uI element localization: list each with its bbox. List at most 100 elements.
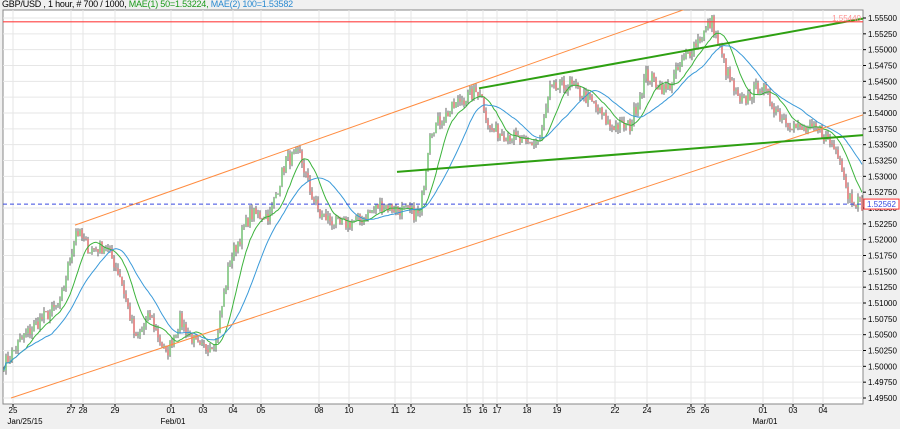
y-tick-label: 1.50500	[868, 331, 897, 340]
candle-body	[697, 38, 699, 47]
candle	[87, 236, 89, 254]
candle-body	[51, 305, 53, 313]
candle-body	[651, 73, 653, 83]
candle-body	[689, 52, 691, 56]
candle-body	[661, 83, 663, 94]
y-tick-label: 1.50000	[868, 362, 897, 371]
candle-body	[113, 258, 115, 268]
candle-body	[79, 229, 81, 236]
candle-body	[321, 214, 323, 218]
candle-body	[795, 123, 797, 128]
candle-body	[579, 87, 581, 97]
candle	[377, 203, 379, 209]
candle-body	[229, 263, 231, 267]
candle	[99, 240, 101, 254]
candle-body	[15, 349, 17, 351]
candle-body	[643, 78, 645, 95]
x-tick-label: 01	[167, 406, 176, 415]
x-tick-label: 05	[257, 406, 266, 415]
candle-body	[47, 311, 49, 320]
candle-body	[773, 107, 775, 113]
candle-body	[515, 131, 517, 136]
candle-body	[223, 292, 225, 307]
x-tick-label: 26	[701, 406, 710, 415]
candle	[247, 217, 249, 228]
candle-body	[757, 82, 759, 94]
candle-body	[673, 73, 675, 83]
candle-body	[323, 213, 325, 215]
x-tick-label: 03	[789, 406, 798, 415]
candle-body	[95, 248, 97, 250]
month-label: Mar/01	[753, 417, 778, 426]
candle	[541, 124, 543, 142]
candle-body	[509, 135, 511, 141]
candle-body	[847, 186, 849, 199]
candle-body	[133, 318, 135, 334]
candle-body	[593, 100, 595, 103]
candle-body	[667, 83, 669, 89]
candle-body	[153, 317, 155, 329]
y-tick-label: 1.52250	[868, 220, 897, 229]
candle-body	[13, 350, 15, 351]
candle-body	[701, 38, 703, 41]
candle-body	[329, 215, 331, 222]
candle-body	[373, 209, 375, 211]
candle-body	[573, 83, 575, 85]
candle-body	[403, 206, 405, 208]
candle-body	[725, 58, 727, 76]
candle	[237, 241, 239, 254]
candle-body	[845, 176, 847, 187]
candle-body	[103, 248, 105, 254]
candle-body	[641, 94, 643, 96]
candle-body	[529, 142, 531, 144]
month-label: Jan/25/15	[7, 417, 43, 426]
candle-body	[771, 103, 773, 108]
candle-body	[459, 98, 461, 102]
y-tick-label: 1.51250	[868, 283, 897, 292]
candle-body	[501, 133, 503, 136]
candle-body	[65, 279, 67, 288]
candle-body	[535, 141, 537, 144]
candle-body	[313, 198, 315, 202]
candle-body	[67, 262, 69, 280]
candle-body	[77, 231, 79, 236]
candle-body	[273, 198, 275, 206]
y-tick-label: 1.53250	[868, 157, 897, 166]
y-tick-label: 1.51000	[868, 299, 897, 308]
candle-body	[755, 82, 757, 85]
candle-body	[695, 43, 697, 47]
candle-body	[835, 148, 837, 150]
candle-body	[705, 27, 707, 31]
candle-body	[609, 120, 611, 127]
candle-body	[485, 110, 487, 121]
candle-body	[753, 84, 755, 99]
candle-body	[297, 149, 299, 150]
candle-body	[597, 107, 599, 112]
candle-body	[483, 96, 485, 111]
candle-body	[281, 167, 283, 186]
candle-body	[91, 248, 93, 253]
candle-body	[549, 84, 551, 98]
candle-body	[521, 137, 523, 143]
candle-body	[227, 266, 229, 287]
candle-body	[129, 306, 131, 321]
candle-body	[713, 16, 715, 35]
candle-body	[81, 229, 83, 238]
candle-body	[833, 144, 835, 149]
candle-body	[245, 218, 247, 227]
candle-body	[31, 330, 33, 335]
candle-body	[455, 102, 457, 108]
candle-body	[247, 218, 249, 227]
candle-body	[319, 209, 321, 218]
candle-body	[511, 140, 513, 141]
price-chart[interactable]: 1.55500 1.55250 1.55000 1.54750 1.54500 1.542…	[0, 0, 900, 429]
candle-body	[801, 126, 803, 130]
candle-body	[407, 205, 409, 207]
candle-body	[115, 267, 117, 269]
candle	[169, 340, 171, 357]
x-tick-label: 16	[479, 406, 488, 415]
candle-body	[855, 205, 857, 208]
candle-body	[43, 311, 45, 320]
candle-body	[347, 221, 349, 228]
candle-body	[399, 210, 401, 216]
